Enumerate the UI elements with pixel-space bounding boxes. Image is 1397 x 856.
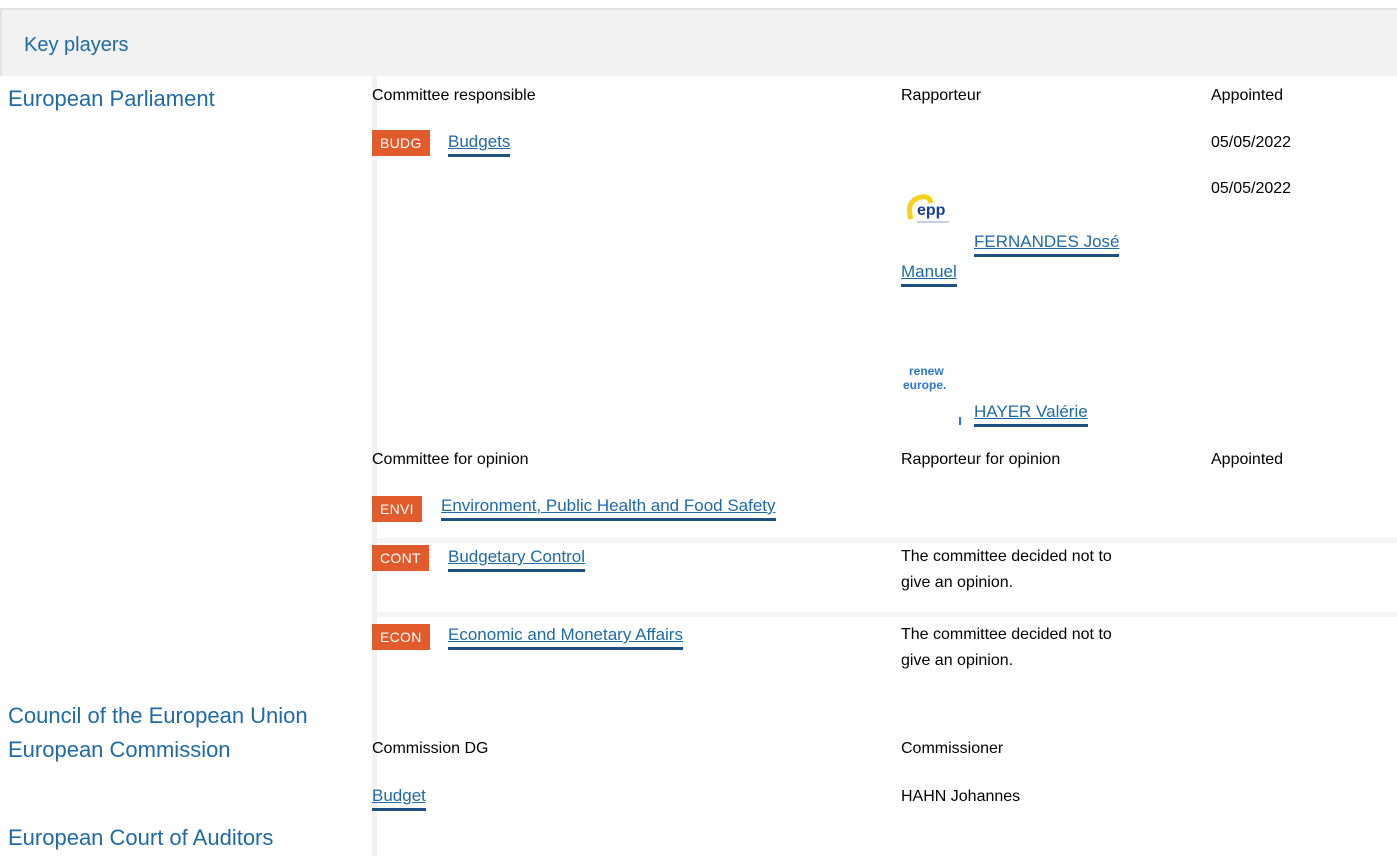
committee-link-budgets[interactable]: Budgets xyxy=(448,131,511,157)
commissioner-name: HAHN Johannes xyxy=(901,788,1021,805)
institution-council: Council of the European Union xyxy=(8,703,308,728)
appointed-header: Appointed xyxy=(1211,87,1284,104)
institution-commission: European Commission xyxy=(8,737,231,762)
commissioner-header: Commissioner xyxy=(901,740,1004,757)
committee-opinion-header: Committee for opinion xyxy=(372,451,529,468)
section-title: Key players xyxy=(24,34,129,56)
committee-link-cont[interactable]: Budgetary Control xyxy=(448,546,586,572)
svg-text:epp: epp xyxy=(917,202,946,219)
committee-badge-cont: CONT xyxy=(372,545,429,571)
appointed-date: 05/05/2022 xyxy=(1211,180,1292,197)
epp-logo-icon: epp xyxy=(901,185,963,247)
opinion-note: The committee decided not to xyxy=(901,548,1112,565)
rapporteur-link-hayer[interactable]: HAYER Valérie xyxy=(974,401,1088,427)
opinion-note-line2: give an opinion. xyxy=(901,574,1014,591)
svg-text:europe.: europe. xyxy=(903,378,946,392)
rapporteur-link-fernandes[interactable]: FERNANDES José xyxy=(974,231,1120,257)
svg-text:renew: renew xyxy=(909,364,944,378)
committee-badge-envi: ENVI xyxy=(372,496,422,522)
committee-badge-budg: BUDG xyxy=(372,130,430,156)
committee-link-envi[interactable]: Environment, Public Health and Food Safe… xyxy=(441,495,776,521)
rapporteur-header: Rapporteur xyxy=(901,87,982,104)
key-players-header: Key players xyxy=(0,8,1397,76)
commission-dg-link-budget[interactable]: Budget xyxy=(372,785,426,811)
row-separator xyxy=(372,538,1397,543)
committee-link-econ[interactable]: Economic and Monetary Affairs xyxy=(448,624,683,650)
commission-dg-header: Commission DG xyxy=(372,740,489,757)
opinion-note-line2: give an opinion. xyxy=(901,652,1014,669)
committee-responsible-header: Committee responsible xyxy=(372,87,536,104)
committee-badge-econ: ECON xyxy=(372,624,430,650)
appointed-date: 05/05/2022 xyxy=(1211,134,1292,151)
institution-european-parliament: European Parliament xyxy=(8,86,215,111)
renew-europe-logo-icon: renew europe. xyxy=(901,357,963,425)
rapporteur-opinion-header: Rapporteur for opinion xyxy=(901,451,1061,468)
row-separator xyxy=(372,612,1397,617)
appointed-opinion-header: Appointed xyxy=(1211,451,1284,468)
rapporteur-link-fernandes-line2[interactable]: Manuel xyxy=(901,261,957,287)
opinion-note: The committee decided not to xyxy=(901,626,1112,643)
institution-court-of-auditors: European Court of Auditors xyxy=(8,825,274,850)
